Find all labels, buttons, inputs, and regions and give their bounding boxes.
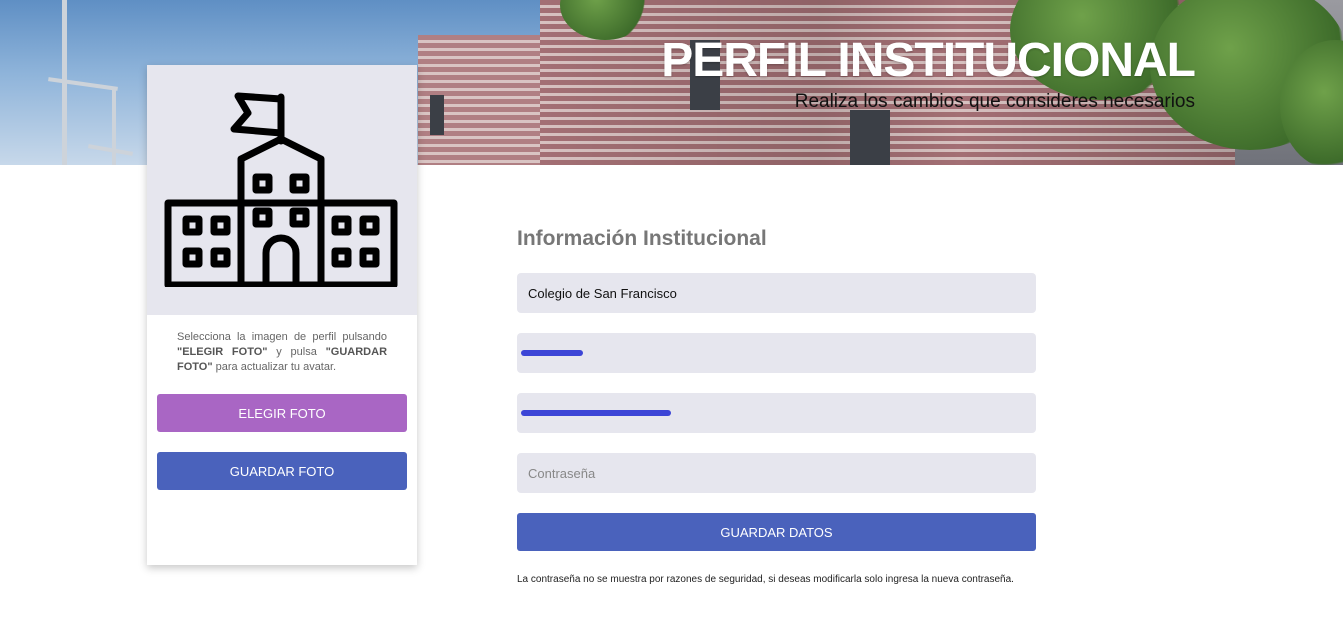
password-field[interactable] xyxy=(517,453,1036,493)
instructions-text: y pulsa xyxy=(267,346,326,358)
code-field[interactable] xyxy=(517,333,1036,373)
instructions-text: para actualizar tu avatar. xyxy=(212,361,337,373)
page-subtitle: Realiza los cambios que consideres neces… xyxy=(794,91,1195,112)
instructions-highlight: "ELEGIR FOTO" xyxy=(177,346,268,358)
banner-lamp-arm xyxy=(48,77,118,91)
avatar xyxy=(147,65,417,315)
institution-name-field[interactable] xyxy=(517,273,1036,313)
banner-lamp-arm xyxy=(87,144,134,156)
banner-lamp-pole xyxy=(112,88,116,165)
school-building-icon xyxy=(164,92,398,287)
password-note: La contraseña no se muestra por razones … xyxy=(517,574,1014,585)
save-data-button[interactable]: GUARDAR DATOS xyxy=(517,513,1036,551)
profile-card: Selecciona la imagen de perfil pulsando … xyxy=(147,65,417,565)
redaction-mark xyxy=(521,410,671,416)
save-photo-button[interactable]: GUARDAR FOTO xyxy=(157,452,407,490)
banner-window xyxy=(850,110,890,165)
page-title: PERFIL INSTITUCIONAL xyxy=(661,34,1196,87)
redaction-mark xyxy=(521,350,583,356)
avatar-instructions: Selecciona la imagen de perfil pulsando … xyxy=(177,330,387,375)
instructions-text: Selecciona la imagen de perfil pulsando xyxy=(177,331,387,343)
choose-photo-button[interactable]: ELEGIR FOTO xyxy=(157,394,407,432)
form-title: Información Institucional xyxy=(517,227,767,250)
banner-window xyxy=(430,95,444,135)
